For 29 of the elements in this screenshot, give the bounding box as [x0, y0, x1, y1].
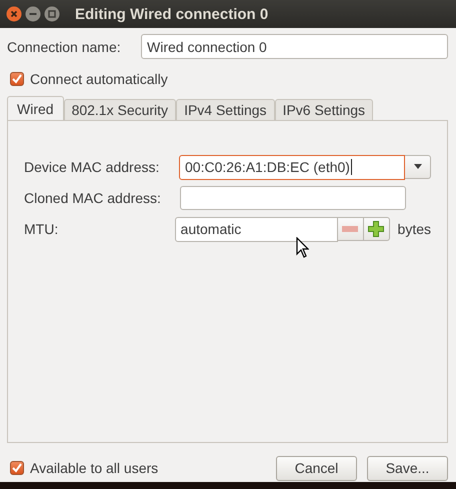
tab[interactable]: IPv6 Settings — [274, 99, 374, 120]
unit-label: bytes — [398, 221, 431, 237]
checkbox[interactable] — [10, 72, 24, 86]
input-field[interactable]: automatic — [174, 216, 338, 242]
tab[interactable]: Wired — [7, 96, 64, 120]
tab[interactable]: IPv4 Settings — [176, 99, 275, 120]
checkbox[interactable] — [10, 461, 24, 475]
field-label: MTU: — [24, 221, 60, 237]
dropdown-button[interactable] — [405, 154, 431, 178]
mouse-pointer-icon — [296, 237, 309, 258]
tab[interactable]: 802.1x Security — [64, 99, 176, 120]
plus-icon — [368, 221, 384, 237]
minimize-icon[interactable] — [25, 6, 41, 22]
window-title: Editing Wired connection 0 — [75, 6, 268, 22]
checkbox-label: Available to all users — [30, 460, 158, 476]
dialog-button[interactable]: Save... — [367, 456, 448, 480]
input-field[interactable]: 00:C0:26:A1:DB:EC (eth0) — [179, 154, 405, 180]
field-label: Cloned MAC address: — [24, 190, 162, 206]
caret-icon — [414, 164, 422, 169]
dialog-button[interactable]: Cancel — [276, 456, 357, 480]
checkbox-label: Connect automatically — [30, 71, 168, 87]
field-label: Connection name: — [7, 38, 121, 54]
input-field[interactable] — [180, 186, 406, 210]
field-label: Device MAC address: — [24, 159, 160, 175]
increment-button[interactable] — [364, 217, 390, 241]
maximize-icon[interactable] — [44, 6, 60, 22]
input-field[interactable]: Wired connection 0 — [141, 34, 448, 59]
close-icon[interactable] — [6, 6, 22, 22]
minus-icon — [342, 226, 358, 232]
